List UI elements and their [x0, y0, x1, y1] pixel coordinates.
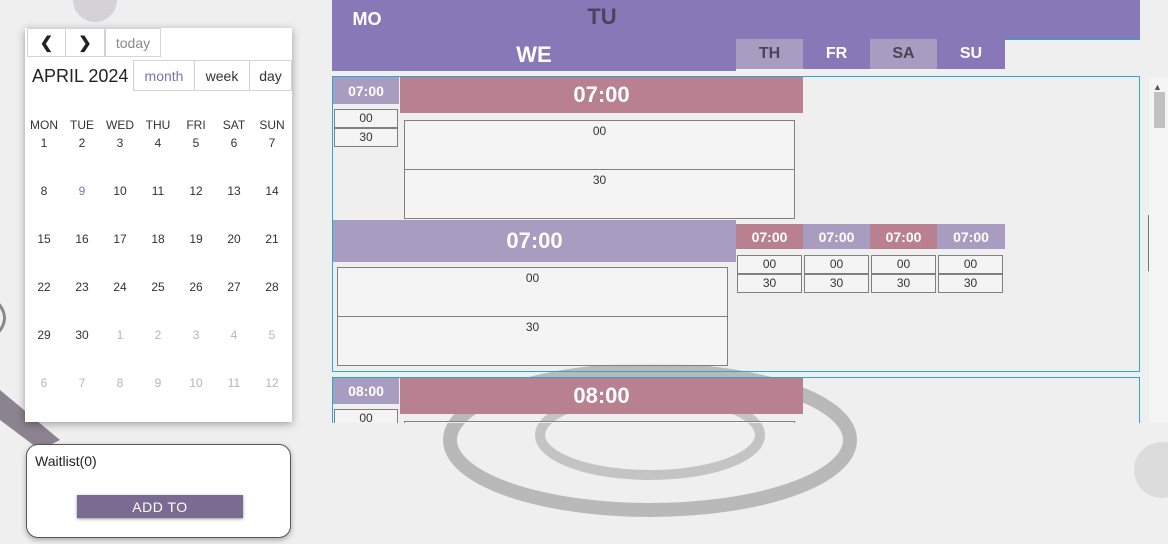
week-view-panel: MO TU WE TH FR SA SU 07:00 00 30 07:00 0…: [332, 0, 1140, 423]
calendar-day[interactable]: 22: [25, 280, 63, 294]
calendar-day[interactable]: 7: [253, 136, 291, 150]
weekday-header-mon: MON: [30, 118, 58, 132]
mo-time-label: 07:00: [333, 77, 399, 104]
tu-slot-00-0800[interactable]: [404, 421, 795, 423]
th-slot-30[interactable]: 30: [737, 274, 802, 293]
calendar-day[interactable]: 12: [253, 376, 291, 390]
tu-time-label: 07:00: [400, 77, 803, 113]
fr-time-label: 07:00: [803, 224, 870, 249]
day-header-we[interactable]: WE: [332, 39, 736, 71]
add-to-waitlist-button[interactable]: ADD TO: [77, 495, 243, 518]
calendar-day[interactable]: 15: [25, 232, 63, 246]
calendar-day[interactable]: 11: [215, 376, 253, 390]
weekday-header-wed: WED: [106, 118, 134, 132]
mo-slot-30[interactable]: 30: [334, 128, 398, 147]
calendar-day[interactable]: 10: [101, 184, 139, 198]
day-header-th[interactable]: TH: [736, 39, 803, 69]
we-slot-00[interactable]: 00: [337, 267, 728, 317]
calendar-day[interactable]: 14: [253, 184, 291, 198]
calendar-day[interactable]: 23: [63, 280, 101, 294]
tu-slot-30[interactable]: 30: [404, 169, 795, 219]
tu-time-label-0800: 08:00: [400, 378, 803, 414]
calendar-day[interactable]: 13: [215, 184, 253, 198]
su-slot-30[interactable]: 30: [938, 274, 1003, 293]
weekday-header-sat: SAT: [222, 118, 246, 132]
calendar-day[interactable]: 8: [25, 184, 63, 198]
calendar-day[interactable]: 16: [63, 232, 101, 246]
calendar-day[interactable]: 28: [253, 280, 291, 294]
calendar-day[interactable]: 24: [101, 280, 139, 294]
mo-slot-00-0800[interactable]: 00: [334, 409, 398, 423]
calendar-day[interactable]: 27: [215, 280, 253, 294]
view-day-button[interactable]: day: [249, 60, 292, 91]
calendar-day[interactable]: 21: [253, 232, 291, 246]
calendar-day[interactable]: 26: [177, 280, 215, 294]
calendar-day[interactable]: 2: [63, 136, 101, 150]
day-header-sa[interactable]: SA: [870, 39, 937, 69]
calendar-day[interactable]: 12: [177, 184, 215, 198]
scrollbar-thumb[interactable]: [1154, 92, 1165, 128]
calendar-title: APRIL 2024: [32, 66, 129, 86]
calendar-day[interactable]: 20: [215, 232, 253, 246]
scrollbar[interactable]: ▲: [1149, 78, 1168, 423]
calendar-day[interactable]: 19: [177, 232, 215, 246]
sa-slot-00[interactable]: 00: [871, 255, 936, 274]
th-slot-00[interactable]: 00: [737, 255, 802, 274]
chevron-right-icon: ❯: [78, 34, 92, 52]
sa-time-label: 07:00: [870, 224, 937, 249]
mini-calendar: ❮ ❯ today APRIL 2024 month week day MON T…: [25, 28, 292, 422]
calendar-day[interactable]: 10: [177, 376, 215, 390]
day-header-mo[interactable]: MO: [332, 0, 402, 39]
calendar-day[interactable]: 29: [25, 328, 63, 342]
calendar-day[interactable]: 7: [63, 376, 101, 390]
waitlist-label: Waitlist(0): [35, 453, 97, 469]
weekday-header-thu: THU: [145, 118, 171, 132]
day-header-fr[interactable]: FR: [803, 39, 870, 69]
calendar-day[interactable]: 9: [63, 184, 101, 198]
calendar-day[interactable]: 1: [25, 136, 63, 150]
th-time-label: 07:00: [736, 224, 803, 249]
we-time-label: 07:00: [333, 220, 736, 262]
su-time-label: 07:00: [937, 224, 1005, 249]
calendar-day[interactable]: 6: [215, 136, 253, 150]
weekday-header-fri: FRI: [186, 118, 206, 132]
calendar-day[interactable]: 8: [101, 376, 139, 390]
calendar-day[interactable]: 5: [253, 328, 291, 342]
mo-slot-00[interactable]: 00: [334, 109, 398, 128]
calendar-day[interactable]: 9: [139, 376, 177, 390]
calendar-day[interactable]: 4: [215, 328, 253, 342]
calendar-day[interactable]: 6: [25, 376, 63, 390]
fr-slot-00[interactable]: 00: [804, 255, 869, 274]
weekday-header-sun: SUN: [259, 118, 285, 132]
calendar-day[interactable]: 3: [101, 136, 139, 150]
calendar-day[interactable]: 4: [139, 136, 177, 150]
prev-month-button[interactable]: ❮: [27, 28, 66, 57]
calendar-day[interactable]: 3: [177, 328, 215, 342]
weekday-header-tue: TUE: [70, 118, 94, 132]
su-slot-00[interactable]: 00: [938, 255, 1003, 274]
waitlist-panel: Waitlist(0) ADD TO: [26, 444, 291, 538]
fr-slot-30[interactable]: 30: [804, 274, 869, 293]
chevron-left-icon: ❮: [39, 34, 54, 52]
we-slot-30[interactable]: 30: [337, 316, 728, 366]
day-header-tu[interactable]: TU: [402, 0, 802, 33]
day-header-su[interactable]: SU: [937, 39, 1005, 69]
calendar-day[interactable]: 17: [101, 232, 139, 246]
sa-slot-30[interactable]: 30: [871, 274, 936, 293]
mo-time-label-0800: 08:00: [333, 378, 399, 404]
calendar-day[interactable]: 18: [139, 232, 177, 246]
calendar-day[interactable]: 25: [139, 280, 177, 294]
view-week-button[interactable]: week: [194, 60, 250, 91]
calendar-day[interactable]: 1: [101, 328, 139, 342]
calendar-day[interactable]: 30: [63, 328, 101, 342]
view-month-button[interactable]: month: [133, 60, 195, 91]
calendar-day[interactable]: 11: [139, 184, 177, 198]
tu-slot-00[interactable]: 00: [404, 120, 795, 170]
next-month-button[interactable]: ❯: [65, 28, 105, 57]
scroll-up-icon[interactable]: ▲: [1153, 82, 1162, 92]
calendar-day[interactable]: 5: [177, 136, 215, 150]
calendar-day[interactable]: 2: [139, 328, 177, 342]
today-button[interactable]: today: [105, 28, 161, 57]
